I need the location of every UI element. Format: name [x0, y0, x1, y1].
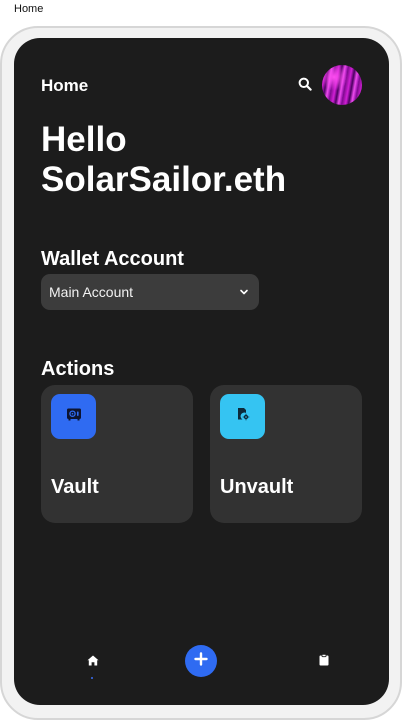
chevron-down-icon: [239, 283, 249, 301]
unvault-icon: [236, 407, 250, 426]
vault-action-label: Vault: [51, 476, 99, 498]
vault-icon-box: [51, 394, 96, 439]
selected-account-label: Main Account: [49, 284, 134, 300]
search-button[interactable]: [295, 76, 315, 96]
bottom-nav: [14, 644, 389, 684]
wallet-account-select[interactable]: Main Account: [41, 274, 259, 310]
unvault-icon-box: [220, 394, 265, 439]
active-indicator: [91, 677, 93, 679]
nav-clipboard-button[interactable]: [314, 652, 334, 672]
greeting-heading: Hello SolarSailor.eth: [41, 120, 287, 199]
unvault-action-card[interactable]: Unvault: [210, 385, 362, 523]
search-icon: [298, 77, 312, 96]
nav-home-button[interactable]: [83, 652, 103, 672]
actions-heading: Actions: [41, 358, 115, 380]
avatar[interactable]: [322, 65, 362, 105]
wallet-account-heading: Wallet Account: [41, 248, 184, 270]
page-title: Home: [41, 76, 89, 95]
app-screen: Home Hello SolarSailor.eth Wallet Accoun…: [14, 38, 389, 705]
nav-add-button[interactable]: [185, 645, 217, 677]
clipboard-icon: [319, 653, 329, 671]
plus-icon: [194, 651, 208, 671]
unvault-action-label: Unvault: [220, 476, 294, 498]
vault-action-card[interactable]: Vault: [41, 385, 193, 523]
vault-icon: [66, 407, 82, 426]
home-icon: [87, 653, 99, 671]
window-title: Home: [14, 3, 44, 15]
